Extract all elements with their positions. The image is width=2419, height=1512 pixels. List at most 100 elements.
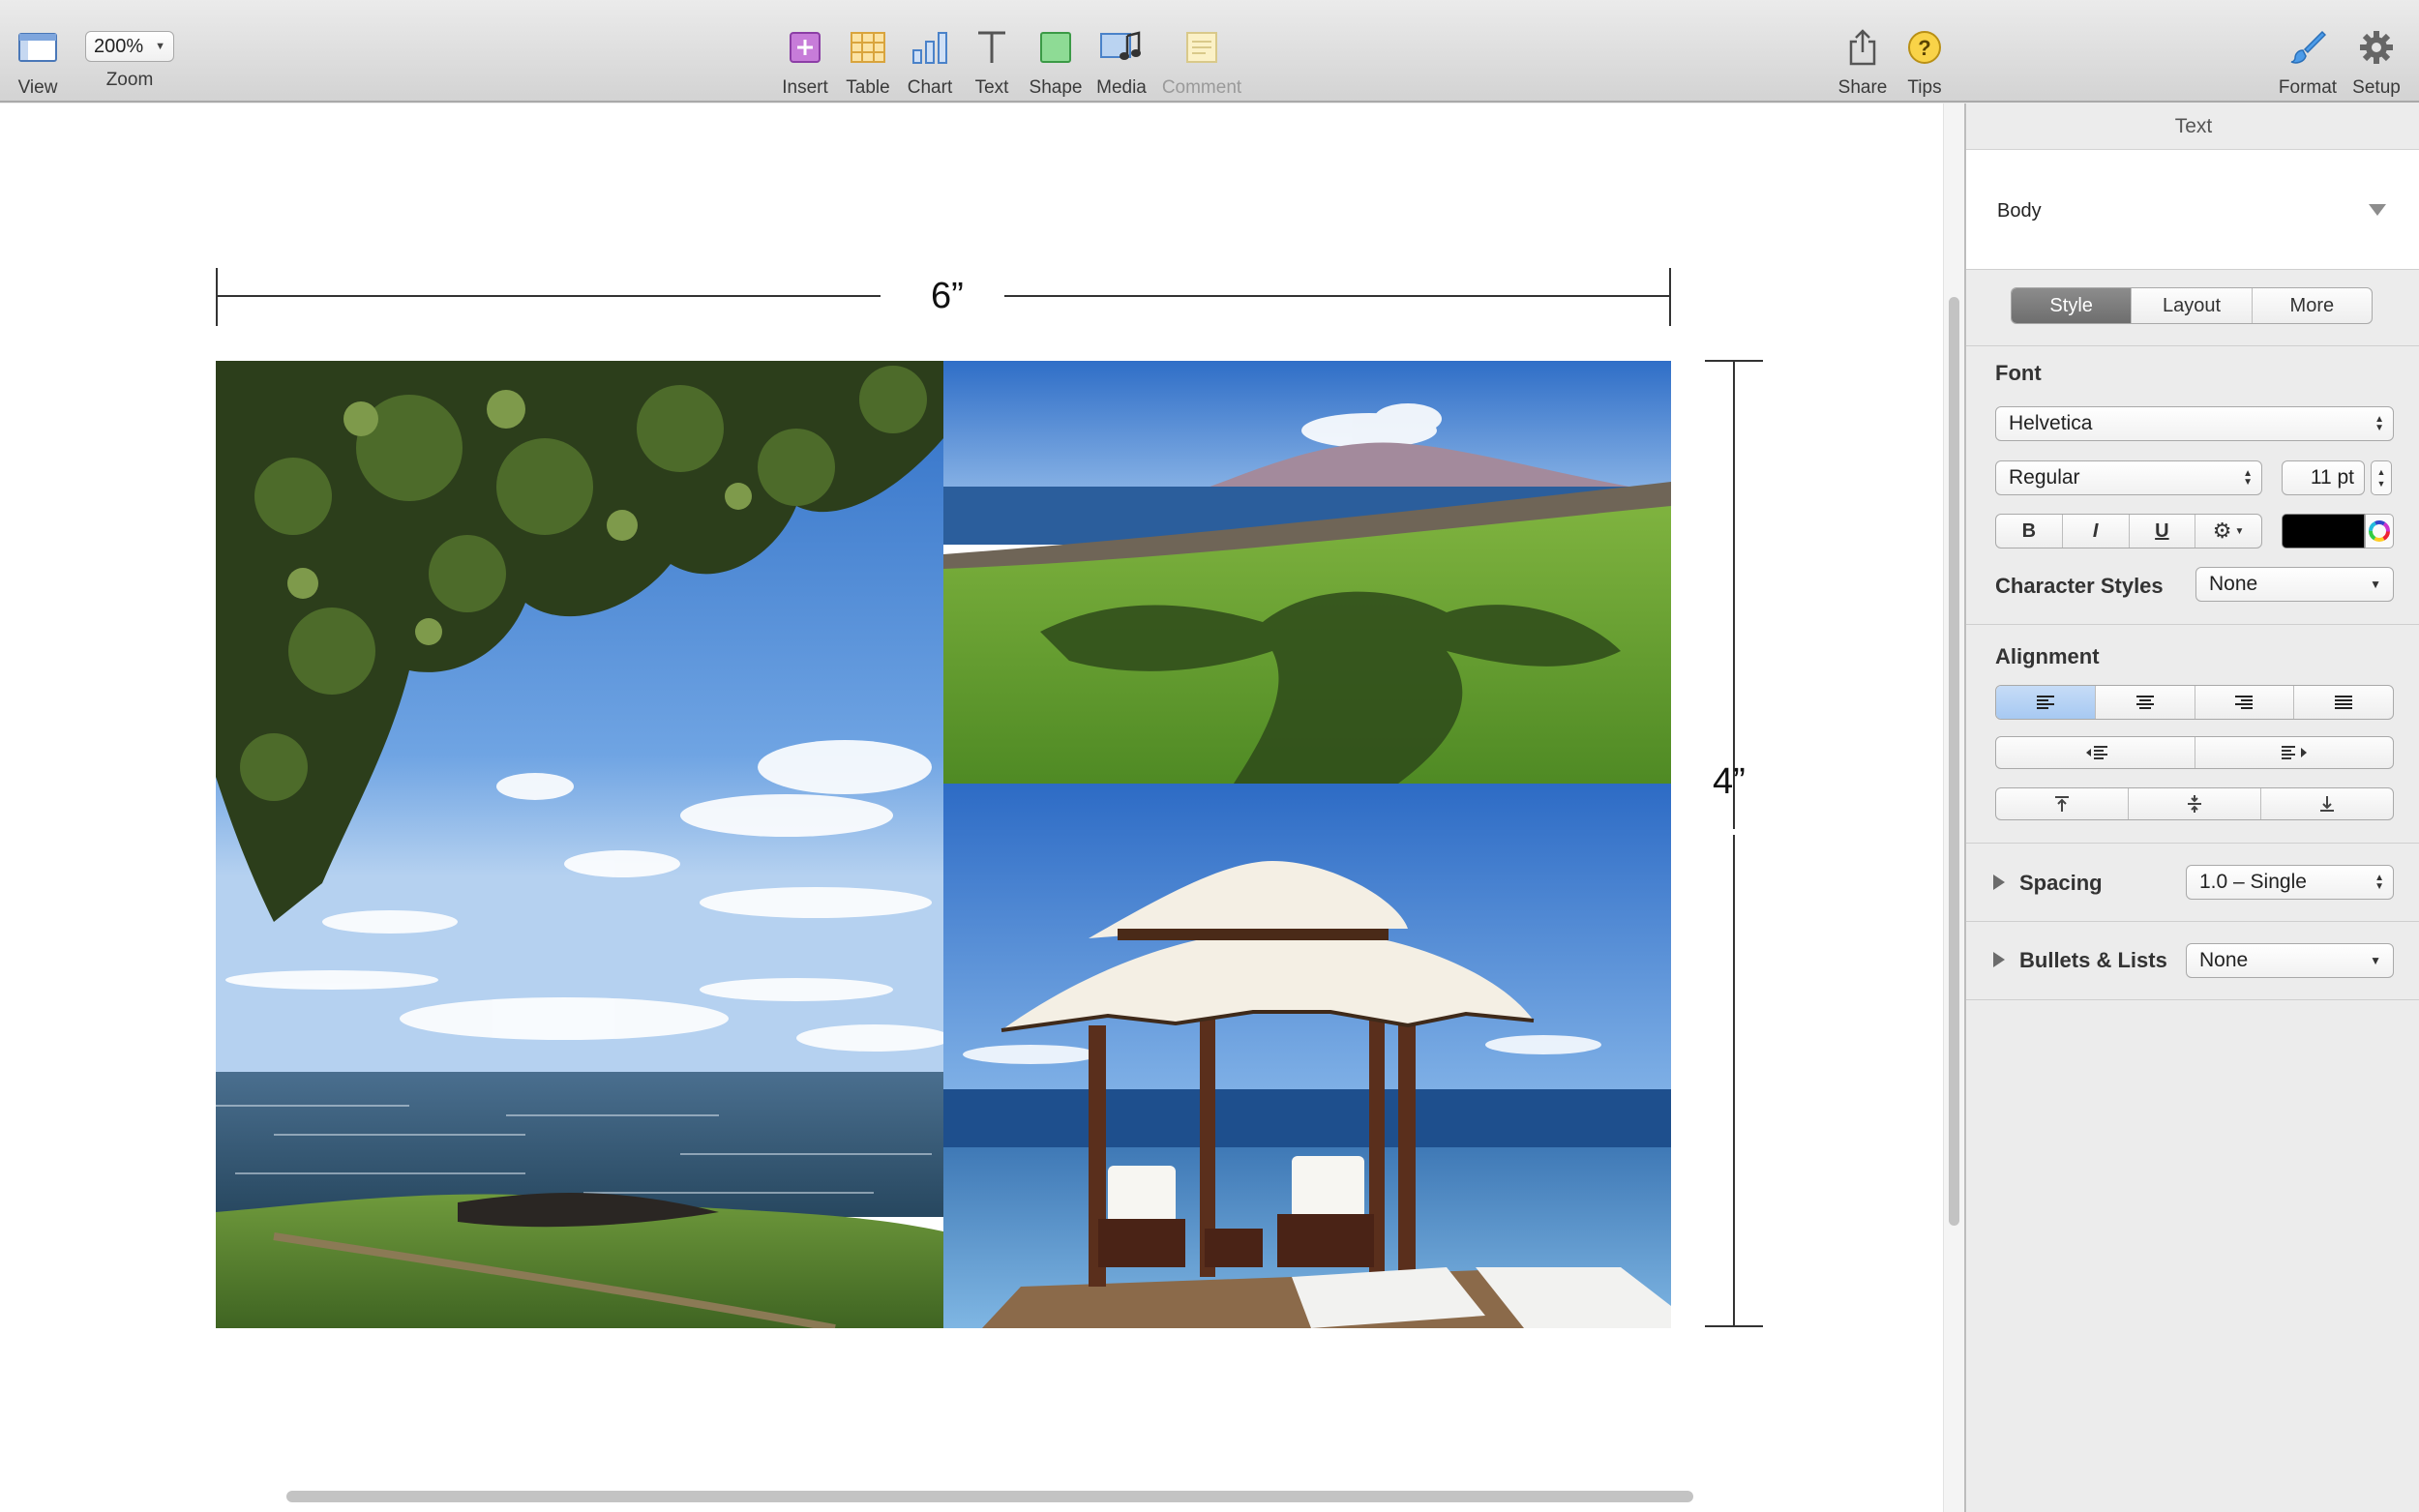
decrease-indent-button[interactable] bbox=[1996, 737, 2195, 768]
photo-tree-ocean[interactable] bbox=[216, 361, 943, 1328]
font-style-buttons: B I U ⚙ ▼ bbox=[1995, 514, 2262, 548]
color-wheel-button[interactable] bbox=[2365, 514, 2394, 548]
font-size-value: 11 pt bbox=[2310, 466, 2354, 489]
inspector-title: Text bbox=[1966, 104, 2419, 150]
character-styles-select[interactable]: None ▼ bbox=[2195, 567, 2394, 602]
height-dimension-label: 4” bbox=[1713, 761, 1746, 802]
chevron-down-icon: ▼ bbox=[2370, 954, 2381, 967]
font-typeface-select[interactable]: Regular ▲ ▼ bbox=[1995, 460, 2262, 495]
view-label: View bbox=[17, 77, 58, 98]
height-dimension-line-bottom bbox=[1733, 835, 1735, 1326]
horizontal-alignment-buttons bbox=[1995, 685, 2394, 720]
share-label: Share bbox=[1837, 77, 1888, 98]
photo-cabana-pool[interactable] bbox=[943, 784, 1671, 1328]
character-styles-label: Character Styles bbox=[1995, 574, 2164, 598]
tips-label: Tips bbox=[1907, 77, 1942, 98]
width-dimension-line-left bbox=[217, 295, 881, 297]
toolbar: View 200% ▼ Zoom Insert Table Chart Text bbox=[0, 0, 2419, 103]
horizontal-scrollbar-thumb[interactable] bbox=[286, 1491, 1693, 1502]
tab-layout[interactable]: Layout bbox=[2132, 288, 2253, 323]
align-right-icon bbox=[2235, 696, 2254, 709]
view-icon bbox=[14, 23, 62, 72]
insert-button[interactable]: Insert bbox=[779, 0, 831, 103]
text-button[interactable]: Text bbox=[966, 0, 1018, 103]
align-center-icon bbox=[2135, 696, 2154, 709]
disclosure-triangle-icon[interactable] bbox=[2369, 204, 2386, 216]
chevron-down-icon: ▼ bbox=[2370, 578, 2381, 591]
align-bottom-icon bbox=[2320, 796, 2334, 812]
insert-label: Insert bbox=[782, 77, 828, 98]
setup-button[interactable]: Setup bbox=[2349, 0, 2404, 103]
stepper-arrows-icon: ▲ ▼ bbox=[2374, 414, 2384, 433]
bullets-disclosure-icon[interactable] bbox=[1993, 952, 2005, 967]
width-dimension-left-tick bbox=[216, 268, 218, 326]
gear-icon: ⚙ bbox=[2212, 519, 2232, 543]
font-family-value: Helvetica bbox=[2009, 412, 2093, 434]
italic-button[interactable]: I bbox=[2063, 515, 2130, 548]
width-dimension-right-tick bbox=[1669, 268, 1671, 326]
paintbrush-icon bbox=[2284, 23, 2332, 72]
share-icon bbox=[1838, 23, 1887, 72]
document-canvas[interactable]: 6” 4” bbox=[0, 104, 1943, 1512]
paragraph-style-picker[interactable]: Body bbox=[1966, 150, 2419, 270]
tips-button[interactable]: ? Tips bbox=[1898, 0, 1951, 103]
inspector-tabs: Style Layout More bbox=[2011, 287, 2373, 324]
align-left-button[interactable] bbox=[1996, 686, 2096, 719]
font-size-field[interactable]: 11 pt bbox=[2282, 460, 2365, 495]
media-button[interactable]: Media bbox=[1094, 0, 1149, 103]
chevron-down-icon: ▼ bbox=[155, 41, 165, 52]
chart-icon bbox=[906, 23, 954, 72]
align-top-button[interactable] bbox=[1996, 788, 2129, 819]
bullets-lists-select[interactable]: None ▼ bbox=[2186, 943, 2394, 978]
format-button[interactable]: Format bbox=[2276, 0, 2340, 103]
zoom-control[interactable]: 200% ▼ Zoom bbox=[85, 0, 174, 103]
setup-label: Setup bbox=[2352, 77, 2401, 98]
align-center-button[interactable] bbox=[2096, 686, 2195, 719]
align-right-button[interactable] bbox=[2195, 686, 2295, 719]
character-styles-value: None bbox=[2209, 573, 2258, 595]
align-justify-button[interactable] bbox=[2294, 686, 2393, 719]
text-options-button[interactable]: ⚙ ▼ bbox=[2195, 515, 2261, 548]
vertical-scrollbar-thumb[interactable] bbox=[1949, 297, 1959, 1226]
bullets-lists-label[interactable]: Bullets & Lists bbox=[2019, 948, 2167, 973]
align-justify-icon bbox=[2335, 696, 2353, 709]
vertical-scrollbar[interactable] bbox=[1943, 104, 1964, 1512]
chart-button[interactable]: Chart bbox=[904, 0, 956, 103]
tab-style[interactable]: Style bbox=[2012, 288, 2133, 323]
comment-button[interactable]: Comment bbox=[1161, 0, 1242, 103]
view-button[interactable]: View bbox=[12, 0, 64, 103]
format-inspector: Text Body Style Layout More Font Helveti… bbox=[1964, 104, 2419, 1512]
spacing-value: 1.0 – Single bbox=[2199, 871, 2307, 893]
zoom-select[interactable]: 200% ▼ bbox=[85, 31, 174, 62]
color-wheel-icon bbox=[2369, 520, 2390, 542]
bold-button[interactable]: B bbox=[1996, 515, 2063, 548]
align-left-icon bbox=[2036, 696, 2054, 709]
comment-label: Comment bbox=[1161, 77, 1242, 98]
paragraph-style-name: Body bbox=[1997, 200, 2042, 222]
question-mark-icon: ? bbox=[1900, 23, 1949, 72]
stepper-arrows-icon: ▲ ▼ bbox=[2374, 873, 2384, 892]
share-button[interactable]: Share bbox=[1837, 0, 1889, 103]
align-top-icon bbox=[2055, 796, 2069, 812]
media-label: Media bbox=[1096, 77, 1147, 98]
shape-button[interactable]: Shape bbox=[1029, 0, 1083, 103]
text-label: Text bbox=[974, 77, 1009, 98]
spacing-label[interactable]: Spacing bbox=[2019, 871, 2103, 896]
align-bottom-button[interactable] bbox=[2261, 788, 2393, 819]
table-icon bbox=[844, 23, 892, 72]
media-icon bbox=[1097, 23, 1146, 72]
underline-button[interactable]: U bbox=[2130, 515, 2196, 548]
font-family-select[interactable]: Helvetica ▲ ▼ bbox=[1995, 406, 2394, 441]
photo-lawn-mountain[interactable] bbox=[943, 361, 1671, 784]
font-size-stepper[interactable]: ▲ ▼ bbox=[2371, 460, 2392, 495]
bullets-lists-value: None bbox=[2199, 949, 2249, 971]
increase-indent-button[interactable] bbox=[2195, 737, 2394, 768]
tab-more[interactable]: More bbox=[2253, 288, 2372, 323]
table-button[interactable]: Table bbox=[842, 0, 894, 103]
height-dimension-line-top bbox=[1733, 361, 1735, 829]
text-color-well[interactable] bbox=[2282, 514, 2365, 548]
align-middle-button[interactable] bbox=[2129, 788, 2261, 819]
spacing-select[interactable]: 1.0 – Single ▲ ▼ bbox=[2186, 865, 2394, 900]
spacing-disclosure-icon[interactable] bbox=[1993, 875, 2005, 890]
decrease-indent-icon bbox=[2086, 746, 2108, 759]
